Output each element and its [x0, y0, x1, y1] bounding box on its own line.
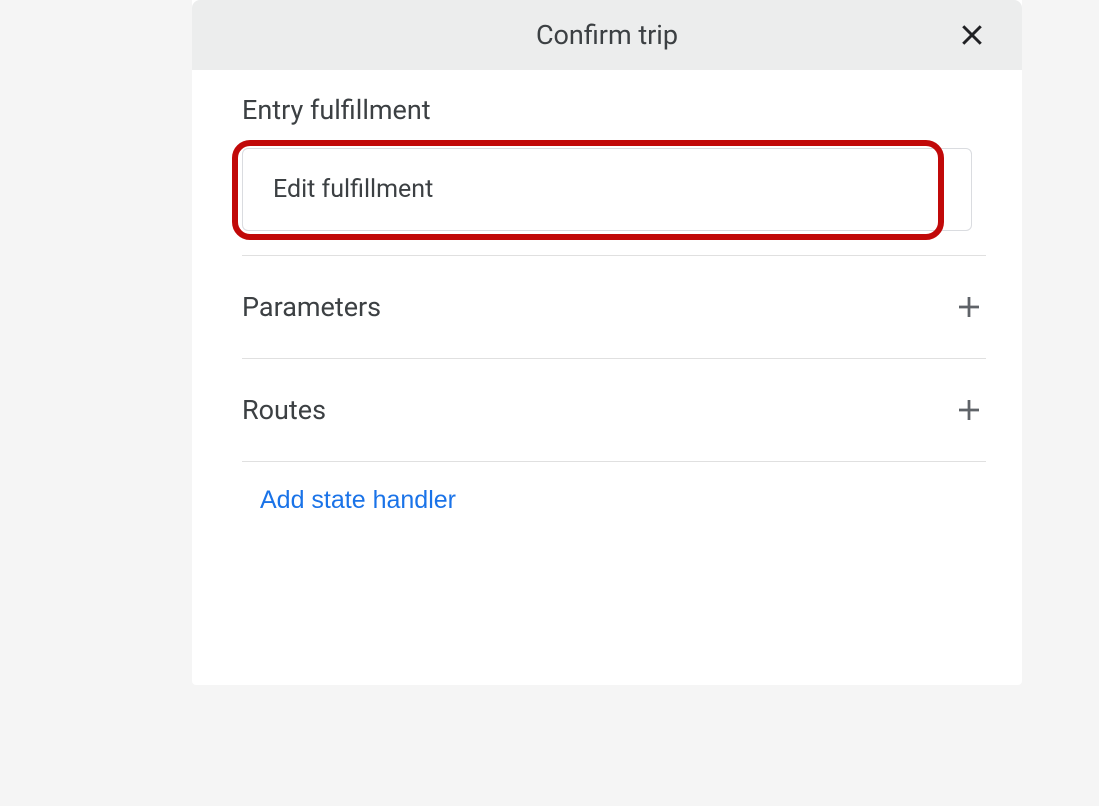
spacer — [242, 515, 986, 645]
panel-body: Entry fulfillment Edit fulfillment Param… — [192, 70, 1022, 685]
page-editor-panel: Confirm trip Entry fulfillment Edit fulf… — [192, 0, 1022, 685]
routes-section[interactable]: Routes — [242, 359, 986, 461]
panel-header: Confirm trip — [192, 0, 1022, 70]
plus-icon — [954, 292, 984, 322]
add-route-button[interactable] — [952, 393, 986, 427]
close-button[interactable] — [950, 13, 994, 57]
close-icon — [957, 20, 987, 50]
parameters-label: Parameters — [242, 291, 381, 323]
edit-fulfillment-text: Edit fulfillment — [273, 175, 433, 204]
plus-icon — [954, 395, 984, 425]
edit-fulfillment-wrap: Edit fulfillment — [242, 148, 986, 231]
routes-label: Routes — [242, 394, 326, 426]
add-state-handler-button[interactable]: Add state handler — [242, 462, 456, 515]
edit-fulfillment-box[interactable]: Edit fulfillment — [242, 148, 972, 231]
add-parameter-button[interactable] — [952, 290, 986, 324]
parameters-section[interactable]: Parameters — [242, 256, 986, 358]
panel-title: Confirm trip — [536, 19, 678, 51]
entry-fulfillment-label: Entry fulfillment — [242, 94, 986, 126]
